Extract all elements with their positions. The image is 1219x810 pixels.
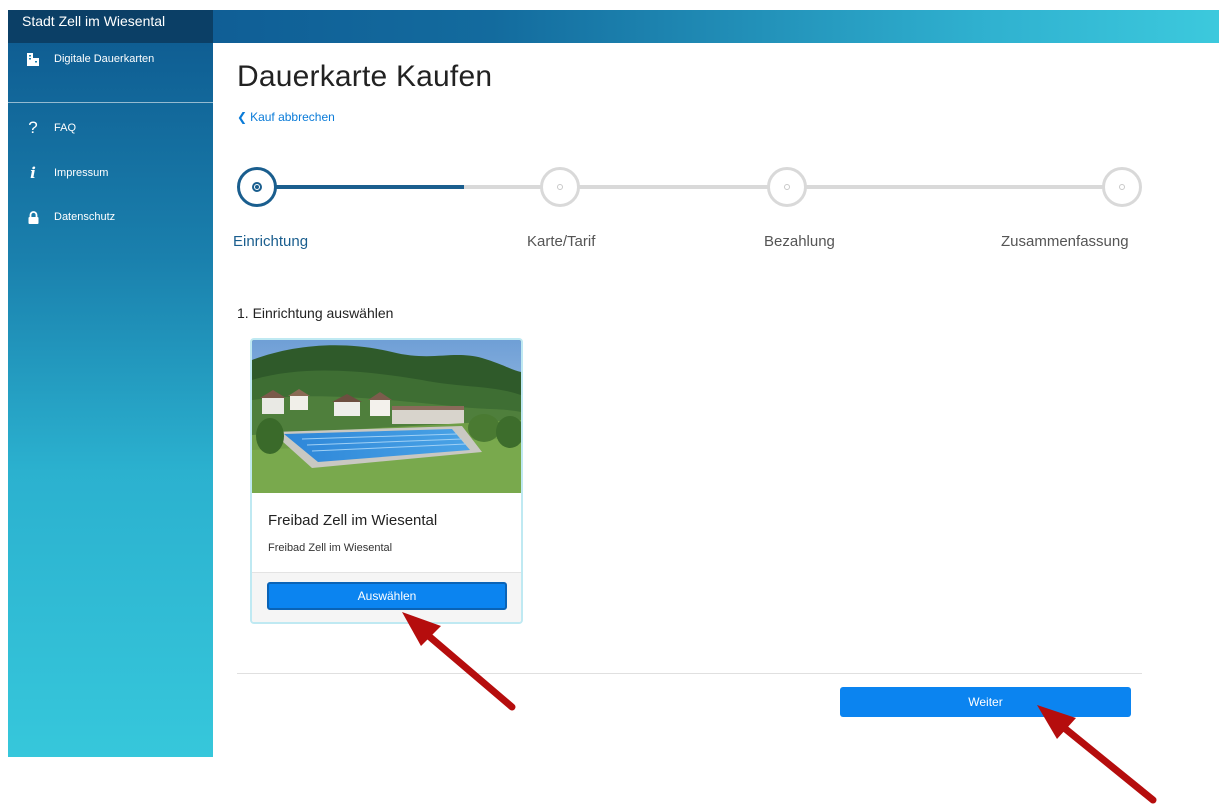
annotation-arrow-select	[402, 612, 516, 711]
brand-title: Stadt Zell im Wiesental	[8, 10, 213, 43]
sidebar-item-impressum[interactable]: i Impressum	[8, 159, 213, 187]
step-dot	[784, 184, 790, 190]
facility-image	[252, 340, 521, 493]
step-label-karte-tarif: Karte/Tarif	[527, 233, 596, 250]
sidebar-item-faq[interactable]: ? FAQ	[8, 114, 213, 142]
page: Stadt Zell im Wiesental Digitale Dauerka…	[0, 0, 1219, 810]
step-einrichtung-indicator[interactable]	[237, 167, 277, 207]
sidebar-item-datenschutz[interactable]: Datenschutz	[8, 203, 213, 231]
sidebar-item-digitale-dauerkarten[interactable]: Digitale Dauerkarten	[8, 45, 213, 73]
step-dot	[252, 182, 262, 192]
divider	[237, 673, 1142, 674]
step-dot	[557, 184, 563, 190]
facility-card[interactable]: Freibad Zell im Wiesental Freibad Zell i…	[250, 338, 523, 624]
sidebar-item-label: FAQ	[54, 122, 77, 134]
step-bezahlung-indicator[interactable]	[767, 167, 807, 207]
sidebar-item-label: Impressum	[54, 167, 109, 179]
chevron-left-icon: ❮	[237, 110, 248, 124]
sidebar-item-label: Datenschutz	[54, 211, 116, 223]
step-label-einrichtung: Einrichtung	[233, 233, 309, 250]
step-karte-tarif-indicator[interactable]	[540, 167, 580, 207]
step-label-bezahlung: Bezahlung	[764, 233, 835, 250]
sidebar: Digitale Dauerkarten ? FAQ i Impressum D…	[8, 43, 213, 757]
top-bar: Stadt Zell im Wiesental	[8, 10, 1219, 43]
cancel-purchase-link[interactable]: ❮ Kauf abbrechen	[237, 110, 335, 124]
select-facility-button[interactable]: Auswählen	[267, 582, 507, 610]
step-dot	[1119, 184, 1125, 190]
step-label-zusammenfassung: Zusammenfassung	[1001, 233, 1129, 250]
annotation-arrow-next	[1037, 705, 1157, 804]
sidebar-item-label: Digitale Dauerkarten	[54, 53, 155, 65]
sidebar-divider	[8, 102, 213, 103]
facility-subtitle: Freibad Zell im Wiesental	[268, 542, 393, 554]
step-zusammenfassung-indicator[interactable]	[1102, 167, 1142, 207]
page-title: Dauerkarte Kaufen	[237, 60, 493, 93]
next-button[interactable]: Weiter	[840, 687, 1131, 717]
cancel-purchase-label: Kauf abbrechen	[250, 110, 335, 124]
lock-icon	[20, 210, 46, 224]
section-title: 1. Einrichtung auswählen	[237, 305, 394, 321]
card-icon	[20, 52, 46, 66]
stepper-progress	[276, 185, 464, 189]
facility-title: Freibad Zell im Wiesental	[268, 512, 438, 529]
info-icon: i	[30, 164, 36, 182]
question-icon: ?	[28, 118, 38, 137]
facility-card-footer: Auswählen	[252, 572, 521, 622]
